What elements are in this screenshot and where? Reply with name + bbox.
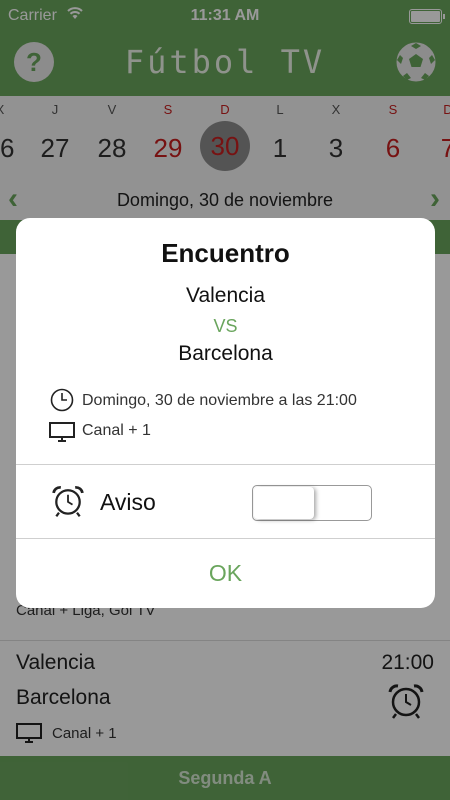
- tv-icon: [49, 422, 75, 442]
- divider: [16, 464, 435, 465]
- clock-icon: [50, 388, 74, 412]
- vs-label: VS: [213, 316, 238, 336]
- alarm-clock-icon: [50, 484, 86, 518]
- alert-label: Aviso: [100, 489, 156, 515]
- toggle-knob[interactable]: [254, 487, 314, 519]
- dialog-home-team: Valencia: [186, 284, 265, 307]
- dialog-away-team: Barcelona: [178, 342, 273, 365]
- dialog-channel: Canal + 1: [82, 422, 151, 439]
- match-detail-dialog: Encuentro Valencia VS Barcelona Domingo,…: [16, 218, 435, 608]
- dialog-title: Encuentro: [161, 238, 290, 268]
- match-datetime: Domingo, 30 de noviembre a las 21:00: [82, 392, 357, 409]
- ok-button[interactable]: OK: [16, 539, 435, 608]
- alert-toggle[interactable]: [252, 485, 372, 521]
